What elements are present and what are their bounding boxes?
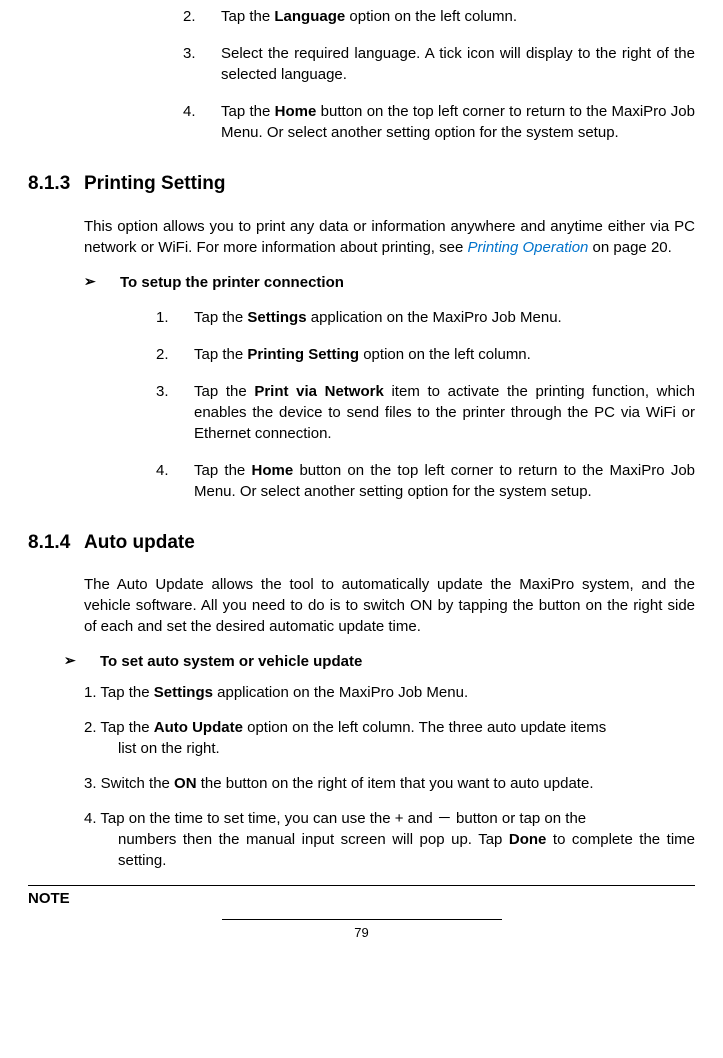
list-number: 2. [183,6,221,27]
note-label: NOTE [28,888,695,909]
text: Tap the [194,346,247,363]
bold-term: Settings [247,309,306,326]
text: application on the MaxiPro Job Menu. [307,309,562,326]
heading-number: 8.1.4 [28,530,84,557]
list-body: Tap the Printing Setting option on the l… [194,344,695,365]
list-item: 1. Tap the Settings application on the M… [84,682,695,703]
list-item: 3. Switch the ON the button on the right… [84,773,695,794]
list-number: 3. [156,381,194,444]
text: 2. Tap the [84,719,154,736]
bold-term: Home [252,462,294,479]
bold-term: Language [274,8,345,25]
procedure-title: To set auto system or vehicle update [100,651,362,672]
ordered-steps: 1. Tap the Settings application on the M… [28,307,695,502]
text: option on the left column. [359,346,531,363]
list-number: 3. [183,43,221,85]
list-number: 4. [156,460,194,502]
list-item: 2. Tap the Printing Setting option on th… [156,344,695,365]
text: Tap the [194,383,254,400]
list-item: 3. Tap the Print via Network item to act… [156,381,695,444]
heading-8-1-3: 8.1.3 Printing Setting [28,171,695,198]
text: Tap the [194,309,247,326]
text: application on the MaxiPro Job Menu. [213,684,468,701]
bold-term: Auto Update [154,719,243,736]
list-number: 1. [156,307,194,328]
list-body: Tap the Home button on the top left corn… [194,460,695,502]
heading-title: Auto update [84,530,195,557]
text: Tap the [221,103,275,120]
heading-number: 8.1.3 [28,171,84,198]
bold-term: ON [174,775,197,792]
page-number: 79 [28,920,695,942]
list-item: 2. Tap the Auto Update option on the lef… [84,717,695,759]
document-page: 2. Tap the Language option on the left c… [0,0,723,1058]
list-item: 1. Tap the Settings application on the M… [156,307,695,328]
procedure-heading: ➢ To set auto system or vehicle update [28,651,695,672]
heading-title: Printing Setting [84,171,225,198]
procedure-title: To setup the printer connection [120,272,344,293]
text: option on the left column. [345,8,517,25]
text: the button on the right of item that you… [197,775,594,792]
text-continuation: list on the right. [84,738,695,759]
text-continuation: numbers then the manual input screen wil… [84,829,695,871]
bold-term: Printing Setting [247,346,359,363]
list-item: 2. Tap the Language option on the left c… [183,6,695,27]
triangle-bullet-icon: ➢ [64,651,100,672]
text: 1. Tap the [84,684,154,701]
list-body: Select the required language. A tick ico… [221,43,695,85]
bold-term: Done [509,831,547,848]
list-item: 3. Select the required language. A tick … [183,43,695,85]
triangle-bullet-icon: ➢ [84,272,120,293]
ordered-steps: 1. Tap the Settings application on the M… [28,682,695,871]
horizontal-rule [28,885,695,886]
paragraph: This option allows you to print any data… [28,216,695,258]
bold-term: Print via Network [254,383,384,400]
list-item: 4. Tap on the time to set time, you can … [84,808,695,871]
text: 4. Tap on the time to set time, you can … [84,810,586,827]
bold-term: Home [275,103,317,120]
cross-reference-link[interactable]: Printing Operation [467,239,588,256]
text: 3. Switch the [84,775,174,792]
heading-8-1-4: 8.1.4 Auto update [28,530,695,557]
list-number: 2. [156,344,194,365]
text: numbers then the manual input screen wil… [118,831,509,848]
bold-term: Settings [154,684,213,701]
paragraph: The Auto Update allows the tool to autom… [28,574,695,637]
list-body: Tap the Home button on the top left corn… [221,101,695,143]
list-number: 4. [183,101,221,143]
list-body: Tap the Language option on the left colu… [221,6,695,27]
continued-ordered-list: 2. Tap the Language option on the left c… [28,6,695,143]
list-item: 4. Tap the Home button on the top left c… [156,460,695,502]
list-body: Tap the Print via Network item to activa… [194,381,695,444]
text: Tap the [194,462,252,479]
list-item: 4. Tap the Home button on the top left c… [183,101,695,143]
list-body: Tap the Settings application on the Maxi… [194,307,695,328]
text: on page 20. [588,239,671,256]
procedure-heading: ➢ To setup the printer connection [28,272,695,293]
text: Tap the [221,8,274,25]
text: option on the left column. The three aut… [243,719,606,736]
